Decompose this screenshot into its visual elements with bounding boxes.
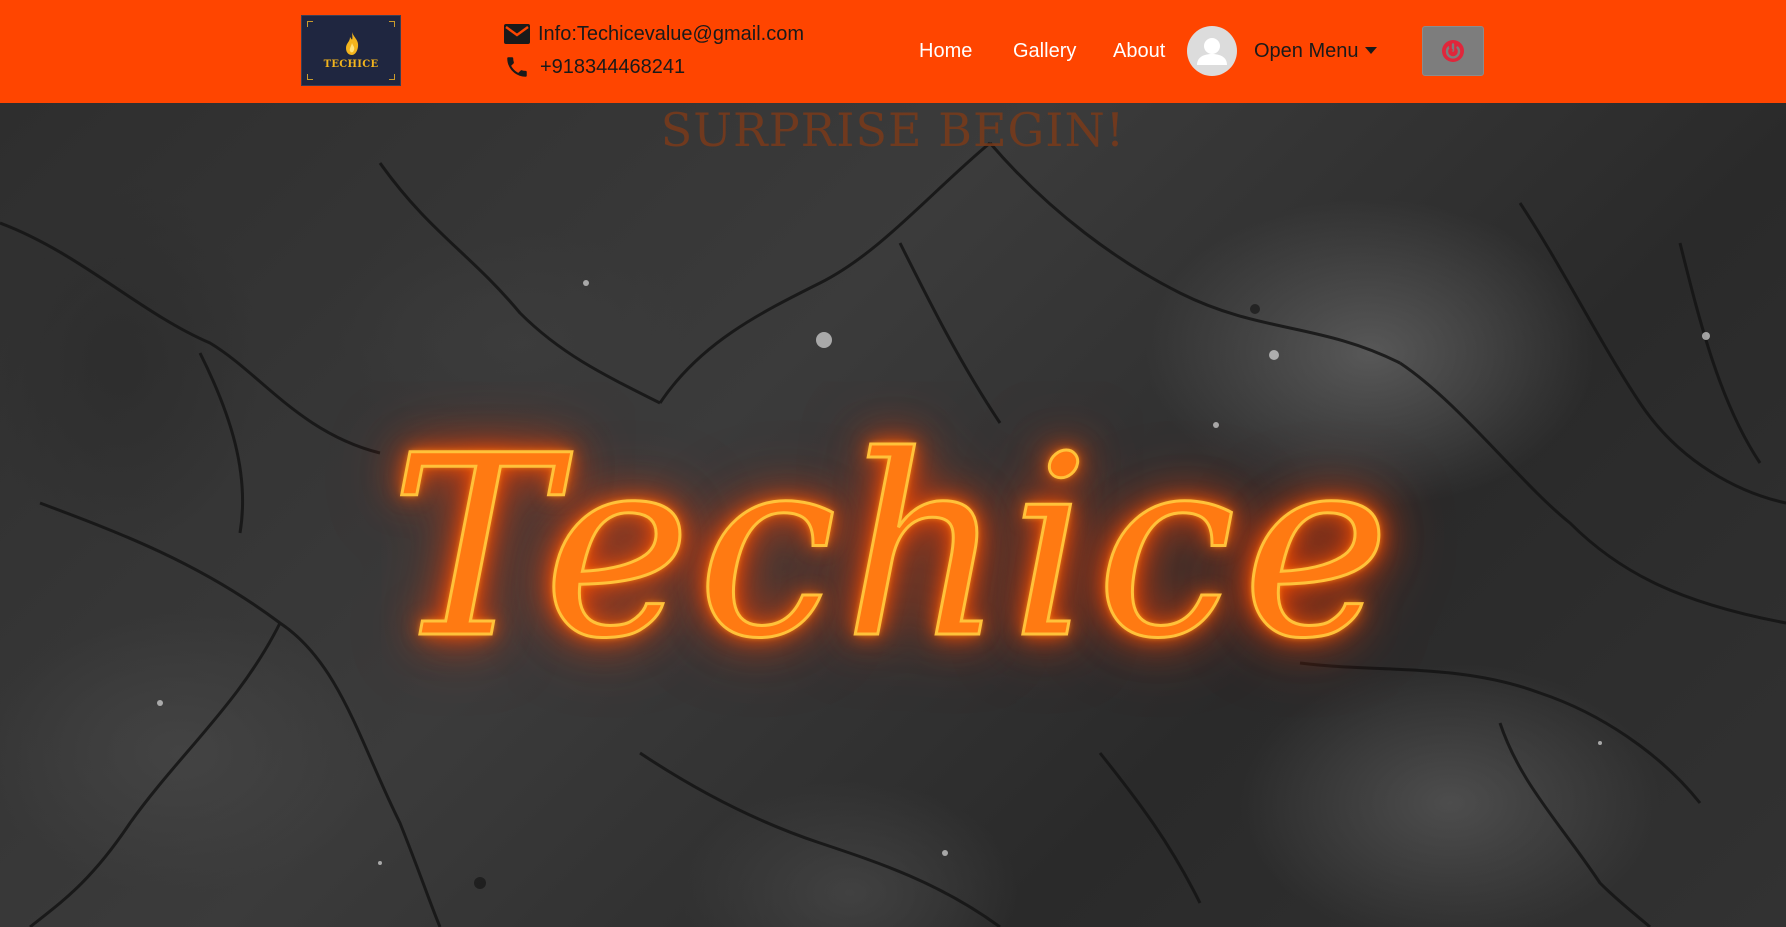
mail-icon xyxy=(502,20,532,48)
logo-brand-text: TECHICE xyxy=(323,59,379,70)
hero-section: SURPRISE BEGIN! Techice xyxy=(0,103,1786,927)
nav-about-link[interactable]: About xyxy=(1113,40,1165,63)
open-menu-label: Open Menu xyxy=(1254,40,1359,62)
contact-phone: +918344468241 xyxy=(502,53,685,81)
contact-phone-text[interactable]: +918344468241 xyxy=(540,56,685,79)
logo-corner xyxy=(389,21,395,27)
nav-gallery-link[interactable]: Gallery xyxy=(1013,40,1076,63)
flame-icon xyxy=(346,32,359,55)
logo-corner xyxy=(307,21,313,27)
user-avatar-icon[interactable] xyxy=(1187,26,1237,76)
contact-email: Info:Techicevalue@gmail.com xyxy=(502,20,804,48)
logout-button[interactable] xyxy=(1422,26,1484,76)
logo-corner xyxy=(389,74,395,80)
phone-icon xyxy=(502,53,532,81)
logo-corner xyxy=(307,74,313,80)
hero-tagline: SURPRISE BEGIN! xyxy=(660,103,1126,157)
nav-home-link[interactable]: Home xyxy=(919,40,972,63)
chevron-down-icon xyxy=(1364,47,1377,54)
hero-fire-title: Techice xyxy=(388,402,1397,693)
contact-email-text[interactable]: Info:Techicevalue@gmail.com xyxy=(538,23,804,46)
power-icon xyxy=(1442,40,1464,62)
open-menu-dropdown[interactable]: Open Menu xyxy=(1254,40,1377,63)
top-navbar: TECHICE Info:Techicevalue@gmail.com +918… xyxy=(0,0,1786,103)
site-logo[interactable]: TECHICE xyxy=(301,15,401,86)
